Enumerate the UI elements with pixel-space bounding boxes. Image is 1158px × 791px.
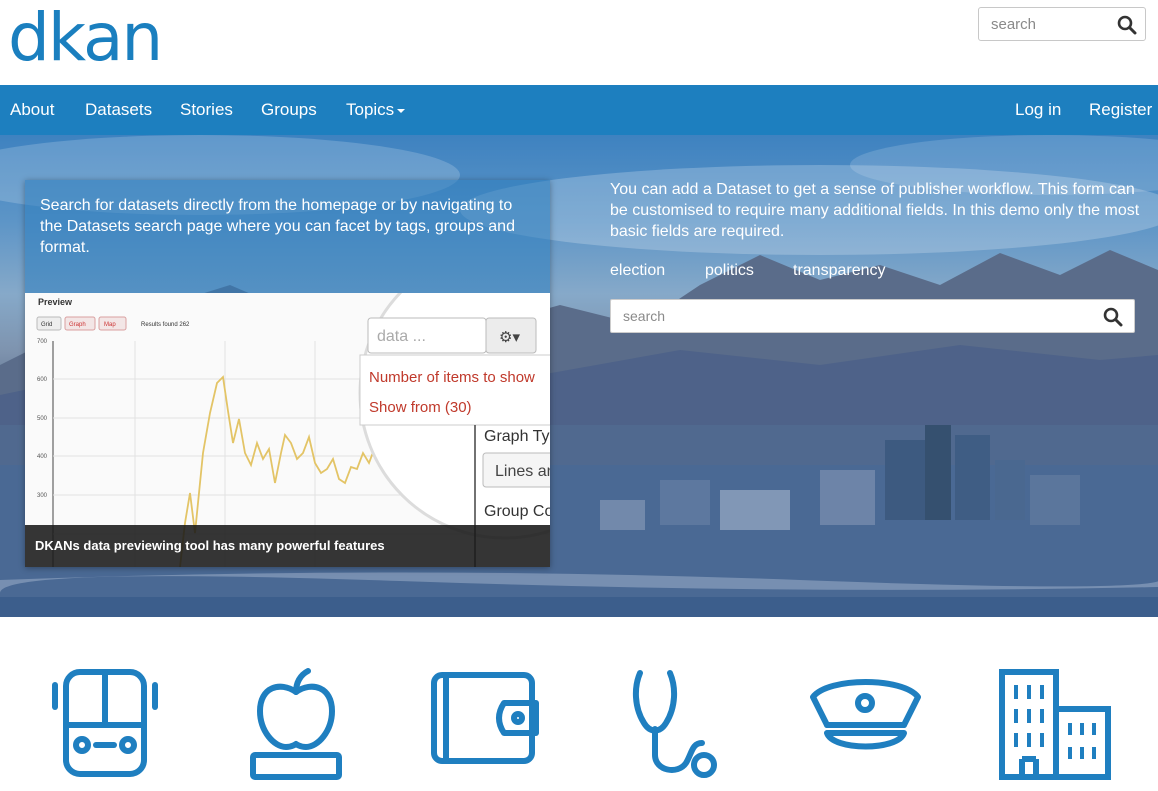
y-tick-300: 300 bbox=[37, 493, 48, 499]
stethoscope-icon[interactable] bbox=[630, 667, 720, 782]
graph-type-select: Lines and bbox=[495, 463, 550, 480]
y-tick-700: 700 bbox=[37, 339, 48, 345]
preview-feature-panel: Search for datasets directly from the ho… bbox=[25, 180, 550, 567]
tag-transparency[interactable]: transparency bbox=[793, 262, 886, 280]
workflow-description: You can add a Dataset to get a sense of … bbox=[610, 181, 1140, 240]
header-search-input[interactable] bbox=[979, 8, 1121, 40]
nav-topics-dropdown[interactable]: Topics bbox=[346, 85, 406, 135]
search-icon[interactable] bbox=[1117, 15, 1137, 35]
dataset-search-input[interactable] bbox=[611, 300, 1093, 332]
nav-login[interactable]: Log in bbox=[1015, 85, 1061, 135]
police-hat-icon[interactable] bbox=[808, 667, 923, 767]
graph-type-label: Graph Type bbox=[484, 428, 550, 445]
city-buildings-icon[interactable] bbox=[998, 667, 1113, 782]
dataset-workflow-panel: You can add a Dataset to get a sense of … bbox=[610, 179, 1140, 333]
nav-topics-label: Topics bbox=[346, 100, 395, 119]
main-nav: About Datasets Stories Groups Topics Log… bbox=[0, 85, 1158, 135]
topics-section bbox=[0, 617, 1158, 791]
tag-politics[interactable]: politics bbox=[705, 262, 754, 280]
preview-map-button: Map bbox=[104, 322, 116, 328]
wallet-icon[interactable] bbox=[430, 667, 540, 767]
hero-banner: Search for datasets directly from the ho… bbox=[0, 135, 1158, 617]
y-tick-600: 600 bbox=[37, 377, 48, 383]
menu-show-from: Show from (30) bbox=[369, 399, 472, 416]
nav-groups[interactable]: Groups bbox=[261, 85, 317, 135]
svg-text:⚙▾: ⚙▾ bbox=[499, 328, 520, 346]
magnified-search-placeholder: data ... bbox=[377, 328, 426, 345]
nav-stories[interactable]: Stories bbox=[180, 85, 233, 135]
caret-down-icon bbox=[397, 108, 406, 113]
data-preview-screenshot[interactable]: Preview Grid Graph Map Results found 262 bbox=[25, 293, 550, 567]
tag-election[interactable]: election bbox=[610, 262, 665, 280]
nav-register[interactable]: Register bbox=[1089, 85, 1152, 135]
preview-title: Preview bbox=[38, 297, 73, 307]
preview-panel-description: Search for datasets directly from the ho… bbox=[40, 197, 515, 256]
group-column-label: Group Co bbox=[484, 503, 550, 520]
dkan-logo[interactable]: dkan bbox=[8, 0, 163, 78]
y-tick-500: 500 bbox=[37, 416, 48, 422]
preview-graph-button: Graph bbox=[69, 322, 86, 328]
y-tick-400: 400 bbox=[37, 454, 48, 460]
dataset-search-box bbox=[610, 299, 1135, 333]
preview-caption-bar: DKANs data previewing tool has many powe… bbox=[25, 525, 550, 567]
preview-caption-text: DKANs data previewing tool has many powe… bbox=[35, 538, 385, 553]
preview-results-count: Results found 262 bbox=[141, 322, 190, 328]
menu-items-to-show: Number of items to show bbox=[369, 369, 535, 386]
nav-datasets[interactable]: Datasets bbox=[85, 85, 152, 135]
bus-icon[interactable] bbox=[50, 667, 160, 782]
popular-tags: election politics transparency bbox=[610, 262, 1140, 286]
preview-grid-button: Grid bbox=[41, 322, 52, 328]
apple-book-icon[interactable] bbox=[250, 667, 342, 782]
header-search-box bbox=[978, 7, 1146, 41]
nav-about[interactable]: About bbox=[10, 85, 54, 135]
site-header: dkan bbox=[0, 0, 1158, 85]
search-icon[interactable] bbox=[1103, 307, 1123, 327]
